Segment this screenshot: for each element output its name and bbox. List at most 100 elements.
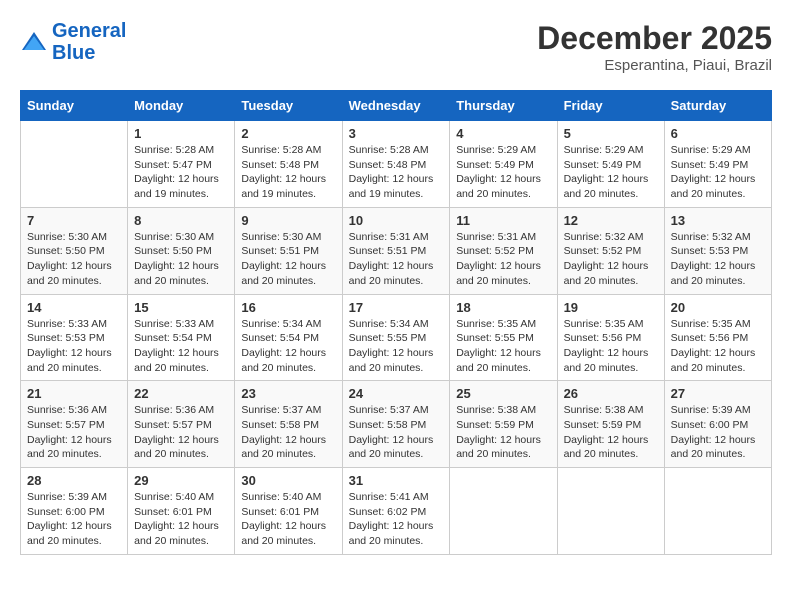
day-info: Sunrise: 5:34 AM Sunset: 5:54 PM Dayligh… <box>241 317 335 376</box>
day-number: 27 <box>671 386 765 401</box>
day-cell: 4 Sunrise: 5:29 AM Sunset: 5:49 PM Daylig… <box>450 121 557 208</box>
day-number: 19 <box>564 300 658 315</box>
header-thursday: Thursday <box>450 91 557 121</box>
logo-icon <box>20 30 48 54</box>
day-cell: 6 Sunrise: 5:29 AM Sunset: 5:49 PM Daylig… <box>664 121 771 208</box>
day-cell: 12 Sunrise: 5:32 AM Sunset: 5:52 PM Dayli… <box>557 207 664 294</box>
day-cell: 23Sunrise: 5:37 AM Sunset: 5:58 PM Dayli… <box>235 381 342 468</box>
day-info: Sunrise: 5:39 AM Sunset: 6:00 PM Dayligh… <box>27 490 121 549</box>
day-cell: 25 Sunrise: 5:38 AM Sunset: 5:59 PM Dayli… <box>450 381 557 468</box>
day-number: 30 <box>241 473 335 488</box>
day-number: 24 <box>349 386 444 401</box>
day-cell <box>450 468 557 555</box>
week-row-3: 14Sunrise: 5:33 AM Sunset: 5:53 PM Dayli… <box>21 294 772 381</box>
day-cell: 24 Sunrise: 5:37 AM Sunset: 5:58 PM Dayli… <box>342 381 450 468</box>
location-subtitle: Esperantina, Piaui, Brazil <box>537 57 772 74</box>
day-cell: 30 Sunrise: 5:40 AM Sunset: 6:01 PM Dayli… <box>235 468 342 555</box>
day-info: Sunrise: 5:29 AM Sunset: 5:49 PM Dayligh… <box>564 143 658 202</box>
day-number: 7 <box>27 213 121 228</box>
week-row-4: 21Sunrise: 5:36 AM Sunset: 5:57 PM Dayli… <box>21 381 772 468</box>
page-header: General Blue December 2025 Esperantina, … <box>20 20 772 74</box>
day-cell: 5 Sunrise: 5:29 AM Sunset: 5:49 PM Daylig… <box>557 121 664 208</box>
title-block: December 2025 Esperantina, Piaui, Brazil <box>537 20 772 74</box>
day-cell: 31 Sunrise: 5:41 AM Sunset: 6:02 PM Dayli… <box>342 468 450 555</box>
day-cell: 14Sunrise: 5:33 AM Sunset: 5:53 PM Dayli… <box>21 294 128 381</box>
day-number: 4 <box>456 126 550 141</box>
day-info: Sunrise: 5:36 AM Sunset: 5:57 PM Dayligh… <box>27 403 121 462</box>
logo-text-line1: General <box>52 20 126 42</box>
day-cell: 3 Sunrise: 5:28 AM Sunset: 5:48 PM Daylig… <box>342 121 450 208</box>
day-number: 8 <box>134 213 228 228</box>
day-cell: 1 Sunrise: 5:28 AM Sunset: 5:47 PM Daylig… <box>128 121 235 208</box>
day-info: Sunrise: 5:36 AM Sunset: 5:57 PM Dayligh… <box>134 403 228 462</box>
day-number: 29 <box>134 473 228 488</box>
day-number: 22 <box>134 386 228 401</box>
calendar-header-row: SundayMondayTuesdayWednesdayThursdayFrid… <box>21 91 772 121</box>
day-number: 20 <box>671 300 765 315</box>
day-cell: 27 Sunrise: 5:39 AM Sunset: 6:00 PM Dayli… <box>664 381 771 468</box>
week-row-5: 28 Sunrise: 5:39 AM Sunset: 6:00 PM Dayli… <box>21 468 772 555</box>
day-cell: 22 Sunrise: 5:36 AM Sunset: 5:57 PM Dayli… <box>128 381 235 468</box>
day-info: Sunrise: 5:31 AM Sunset: 5:51 PM Dayligh… <box>349 230 444 289</box>
day-cell: 2Sunrise: 5:28 AM Sunset: 5:48 PM Daylig… <box>235 121 342 208</box>
day-info: Sunrise: 5:30 AM Sunset: 5:50 PM Dayligh… <box>134 230 228 289</box>
day-info: Sunrise: 5:35 AM Sunset: 5:56 PM Dayligh… <box>564 317 658 376</box>
day-info: Sunrise: 5:35 AM Sunset: 5:55 PM Dayligh… <box>456 317 550 376</box>
day-info: Sunrise: 5:28 AM Sunset: 5:47 PM Dayligh… <box>134 143 228 202</box>
day-number: 17 <box>349 300 444 315</box>
day-info: Sunrise: 5:31 AM Sunset: 5:52 PM Dayligh… <box>456 230 550 289</box>
day-number: 15 <box>134 300 228 315</box>
calendar-table: SundayMondayTuesdayWednesdayThursdayFrid… <box>20 90 772 555</box>
header-saturday: Saturday <box>664 91 771 121</box>
day-info: Sunrise: 5:38 AM Sunset: 5:59 PM Dayligh… <box>456 403 550 462</box>
header-friday: Friday <box>557 91 664 121</box>
day-number: 10 <box>349 213 444 228</box>
day-cell: 9Sunrise: 5:30 AM Sunset: 5:51 PM Daylig… <box>235 207 342 294</box>
day-cell: 20 Sunrise: 5:35 AM Sunset: 5:56 PM Dayli… <box>664 294 771 381</box>
day-cell: 11 Sunrise: 5:31 AM Sunset: 5:52 PM Dayli… <box>450 207 557 294</box>
day-info: Sunrise: 5:33 AM Sunset: 5:53 PM Dayligh… <box>27 317 121 376</box>
day-number: 23 <box>241 386 335 401</box>
header-wednesday: Wednesday <box>342 91 450 121</box>
day-number: 28 <box>27 473 121 488</box>
day-number: 12 <box>564 213 658 228</box>
day-number: 25 <box>456 386 550 401</box>
day-cell <box>557 468 664 555</box>
day-cell <box>664 468 771 555</box>
day-info: Sunrise: 5:32 AM Sunset: 5:53 PM Dayligh… <box>671 230 765 289</box>
day-info: Sunrise: 5:35 AM Sunset: 5:56 PM Dayligh… <box>671 317 765 376</box>
day-number: 2 <box>241 126 335 141</box>
day-cell: 17Sunrise: 5:34 AM Sunset: 5:55 PM Dayli… <box>342 294 450 381</box>
day-info: Sunrise: 5:30 AM Sunset: 5:51 PM Dayligh… <box>241 230 335 289</box>
month-title: December 2025 <box>537 20 772 57</box>
day-number: 16 <box>241 300 335 315</box>
day-info: Sunrise: 5:40 AM Sunset: 6:01 PM Dayligh… <box>134 490 228 549</box>
logo-text-line2: Blue <box>52 42 126 64</box>
day-number: 1 <box>134 126 228 141</box>
day-number: 11 <box>456 213 550 228</box>
day-info: Sunrise: 5:29 AM Sunset: 5:49 PM Dayligh… <box>671 143 765 202</box>
day-number: 5 <box>564 126 658 141</box>
header-monday: Monday <box>128 91 235 121</box>
day-cell: 7Sunrise: 5:30 AM Sunset: 5:50 PM Daylig… <box>21 207 128 294</box>
day-number: 6 <box>671 126 765 141</box>
day-info: Sunrise: 5:38 AM Sunset: 5:59 PM Dayligh… <box>564 403 658 462</box>
day-cell: 19 Sunrise: 5:35 AM Sunset: 5:56 PM Dayli… <box>557 294 664 381</box>
day-info: Sunrise: 5:40 AM Sunset: 6:01 PM Dayligh… <box>241 490 335 549</box>
day-info: Sunrise: 5:33 AM Sunset: 5:54 PM Dayligh… <box>134 317 228 376</box>
day-cell: 18 Sunrise: 5:35 AM Sunset: 5:55 PM Dayli… <box>450 294 557 381</box>
day-info: Sunrise: 5:39 AM Sunset: 6:00 PM Dayligh… <box>671 403 765 462</box>
day-info: Sunrise: 5:28 AM Sunset: 5:48 PM Dayligh… <box>349 143 444 202</box>
day-info: Sunrise: 5:32 AM Sunset: 5:52 PM Dayligh… <box>564 230 658 289</box>
day-cell: 21Sunrise: 5:36 AM Sunset: 5:57 PM Dayli… <box>21 381 128 468</box>
day-info: Sunrise: 5:41 AM Sunset: 6:02 PM Dayligh… <box>349 490 444 549</box>
day-info: Sunrise: 5:29 AM Sunset: 5:49 PM Dayligh… <box>456 143 550 202</box>
day-number: 3 <box>349 126 444 141</box>
day-number: 31 <box>349 473 444 488</box>
week-row-2: 7 Sunrise: 5:30 AM Sunset: 5:50 PM Daylig… <box>21 207 772 294</box>
logo: General Blue <box>20 20 126 64</box>
day-number: 13 <box>671 213 765 228</box>
day-info: Sunrise: 5:37 AM Sunset: 5:58 PM Dayligh… <box>349 403 444 462</box>
day-cell <box>21 121 128 208</box>
day-number: 18 <box>456 300 550 315</box>
